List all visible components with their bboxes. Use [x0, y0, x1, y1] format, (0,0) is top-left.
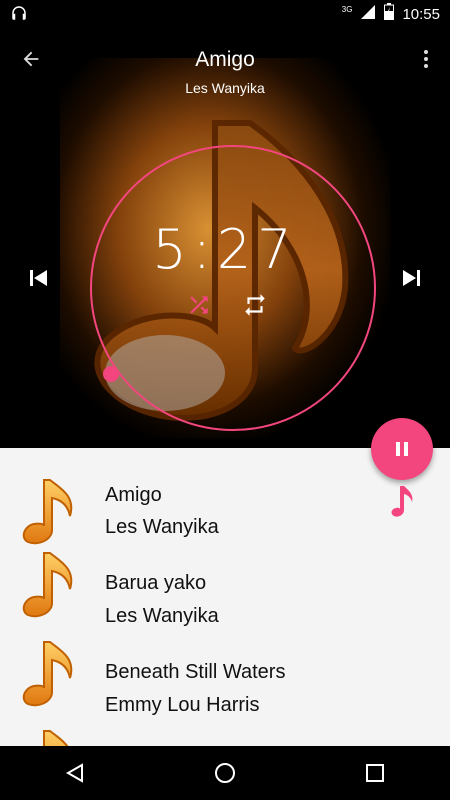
now-playing-indicator-icon — [388, 484, 416, 518]
song-artist: Les Wanyika — [105, 605, 219, 627]
list-item[interactable]: Beneath Still Waters Emmy Lou Harris — [0, 626, 450, 716]
song-title: Beneath Still Waters — [105, 661, 286, 683]
shuffle-button[interactable] — [184, 290, 214, 320]
skip-previous-icon — [30, 270, 47, 286]
list-item[interactable]: Barua yako Les Wanyika — [0, 537, 450, 627]
status-bar: 3G 10:55 — [0, 0, 450, 28]
song-title: Amigo — [105, 484, 162, 506]
more-vert-icon — [424, 50, 428, 68]
music-note-icon — [22, 552, 73, 618]
song-list: Amigo Les Wanyika Barua yako Les Wanyika… — [0, 448, 450, 746]
nav-recents-button[interactable] — [355, 753, 395, 793]
repeat-icon — [245, 294, 265, 316]
list-item[interactable] — [0, 715, 450, 746]
skip-next-icon — [403, 270, 420, 286]
nav-back-button[interactable] — [55, 753, 95, 793]
circle-home-icon — [215, 763, 235, 783]
previous-button[interactable] — [22, 262, 54, 294]
clock: 10:55 — [402, 5, 440, 23]
music-note-icon — [22, 479, 73, 545]
top-bar: Amigo Les Wanyika — [0, 28, 450, 112]
nav-home-button[interactable] — [205, 753, 245, 793]
battery-icon — [384, 3, 395, 25]
repeat-button[interactable] — [240, 290, 270, 320]
now-playing-title: Amigo — [195, 48, 255, 71]
pause-button[interactable] — [371, 418, 433, 480]
network-type: 3G — [341, 4, 353, 14]
music-note-icon — [43, 730, 69, 746]
now-playing-artist: Les Wanyika — [185, 80, 265, 96]
more-options-button[interactable] — [412, 42, 440, 76]
headphones-icon — [10, 4, 28, 27]
song-title: Barua yako — [105, 572, 207, 594]
music-note-icon — [22, 641, 73, 707]
song-artist: Les Wanyika — [105, 516, 219, 538]
square-recents-icon — [366, 764, 384, 782]
song-artist: Emmy Lou Harris — [105, 694, 260, 716]
system-nav-bar — [0, 746, 450, 800]
signal-icon — [360, 4, 376, 25]
triangle-back-icon — [65, 763, 83, 783]
shuffle-icon — [190, 296, 208, 314]
elapsed-time: 5:27 — [152, 218, 298, 281]
next-button[interactable] — [396, 262, 428, 294]
seek-handle — [103, 366, 119, 382]
pause-icon — [396, 442, 408, 456]
